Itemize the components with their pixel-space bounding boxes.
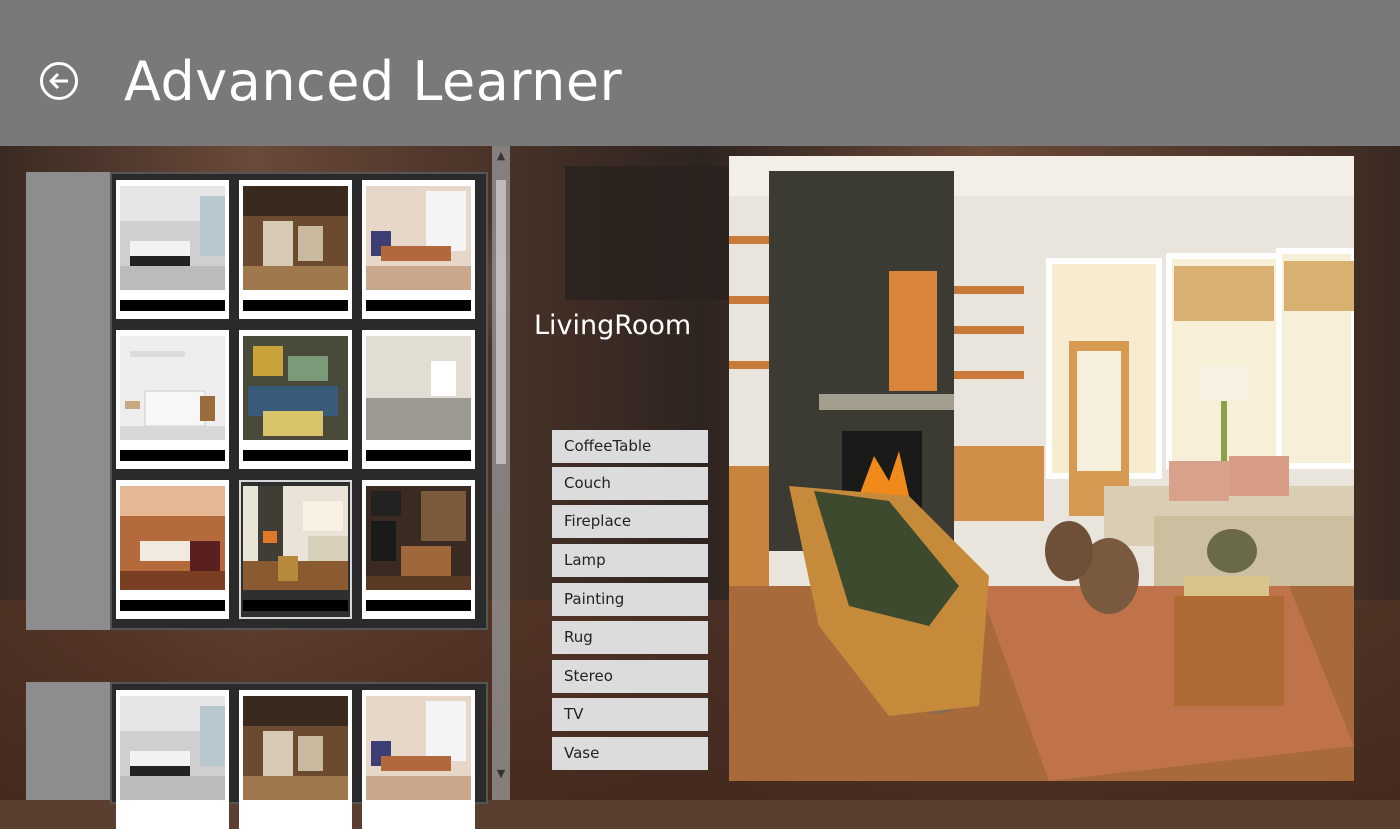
scene-tile-living-room[interactable] <box>239 480 352 619</box>
tile-label-bar <box>366 450 471 461</box>
object-button-stereo[interactable]: Stereo <box>552 660 708 693</box>
app-header: Advanced Learner <box>0 0 1400 146</box>
scene-tile-garage[interactable] <box>239 330 352 469</box>
object-button-rug[interactable]: Rug <box>552 621 708 654</box>
object-button-couch[interactable]: Couch <box>552 467 708 500</box>
scene-tile-dining[interactable] <box>362 180 475 319</box>
tile-label-bar <box>120 300 225 311</box>
scene-group-1 <box>26 172 488 630</box>
tile-label-bar <box>120 450 225 461</box>
object-button-vase[interactable]: Vase <box>552 737 708 770</box>
empty-room-thumbnail <box>366 336 471 440</box>
bedroom-thumbnail <box>120 696 225 800</box>
scene-photo[interactable] <box>729 156 1354 781</box>
object-button-painting[interactable]: Painting <box>552 583 708 616</box>
tile-label-bar <box>243 450 348 461</box>
scene-tile-basement[interactable] <box>239 690 352 829</box>
object-button-coffeetable[interactable]: CoffeeTable <box>552 430 708 463</box>
scene-tile-kitchen[interactable] <box>116 480 229 619</box>
page-title: Advanced Learner <box>124 50 623 113</box>
scene-tile-bathroom[interactable] <box>116 330 229 469</box>
bathroom-thumbnail <box>120 336 225 440</box>
background-decor <box>565 166 730 300</box>
scene-tile-empty-room[interactable] <box>362 330 475 469</box>
scene-group-2 <box>26 682 488 829</box>
basement-thumbnail <box>243 186 348 290</box>
object-button-lamp[interactable]: Lamp <box>552 544 708 577</box>
scene-grid <box>110 682 488 829</box>
back-arrow-icon <box>49 72 68 90</box>
scene-tile-basement[interactable] <box>239 180 352 319</box>
object-button-fireplace[interactable]: Fireplace <box>552 505 708 538</box>
living-room-thumbnail <box>243 486 348 590</box>
bedroom-thumbnail <box>120 186 225 290</box>
tile-label-bar <box>120 600 225 611</box>
kitchen-thumbnail <box>120 486 225 590</box>
tile-label-bar <box>366 600 471 611</box>
back-button[interactable] <box>40 62 78 100</box>
tile-label-bar <box>243 300 348 311</box>
object-button-tv[interactable]: TV <box>552 698 708 731</box>
garage-thumbnail <box>243 336 348 440</box>
scroll-up-icon[interactable]: ▲ <box>495 150 507 162</box>
dining-thumbnail <box>366 696 471 800</box>
tile-label-bar <box>366 300 471 311</box>
scene-tile-cluttered-living[interactable] <box>362 480 475 619</box>
scene-tile-bedroom[interactable] <box>116 690 229 829</box>
scroll-down-icon[interactable]: ▼ <box>495 768 507 780</box>
basement-thumbnail <box>243 696 348 800</box>
tile-label-bar <box>243 600 348 611</box>
vertical-scrollbar[interactable]: ▲ ▼ <box>492 146 510 800</box>
cluttered-living-thumbnail <box>366 486 471 590</box>
scrollbar-thumb[interactable] <box>496 180 506 464</box>
dining-thumbnail <box>366 186 471 290</box>
scene-tile-bedroom[interactable] <box>116 180 229 319</box>
category-label: LivingRoom <box>534 310 692 341</box>
scene-grid <box>110 172 488 630</box>
scene-tile-dining[interactable] <box>362 690 475 829</box>
